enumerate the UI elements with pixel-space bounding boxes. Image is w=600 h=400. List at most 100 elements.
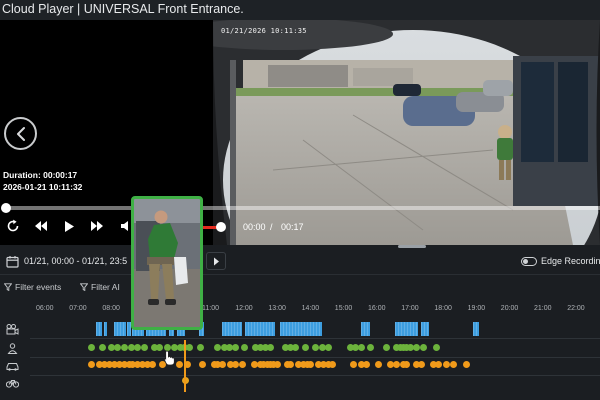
event-dot[interactable] — [462, 361, 470, 368]
recording-segment[interactable] — [221, 322, 242, 336]
replay-button[interactable] — [4, 218, 22, 234]
clip-datetime: 2026-01-21 10:11:32 — [3, 182, 83, 192]
play-button[interactable] — [60, 218, 78, 234]
video-row-icon — [5, 323, 19, 335]
recording-segment[interactable] — [114, 322, 126, 336]
row-divider — [30, 375, 600, 376]
event-dot[interactable] — [87, 344, 95, 351]
hour-label: 19:00 — [467, 305, 486, 312]
row-divider — [30, 338, 600, 339]
event-dot[interactable] — [363, 361, 371, 368]
event-timeline[interactable]: 06:0007:0008:0009:0010:0011:0012:0013:00… — [0, 298, 600, 400]
hour-label: 14:00 — [301, 305, 320, 312]
event-dot[interactable] — [358, 344, 366, 351]
current-time: 00:00 — [243, 222, 266, 232]
hour-label: 15:00 — [334, 305, 353, 312]
event-dot[interactable] — [443, 361, 451, 368]
event-dot[interactable] — [199, 361, 207, 368]
camera-frame — [213, 20, 600, 245]
event-dot[interactable] — [121, 344, 129, 351]
event-dot[interactable] — [218, 361, 226, 368]
recording-segment[interactable] — [104, 322, 108, 336]
event-dot[interactable] — [87, 361, 95, 368]
event-dot[interactable] — [311, 344, 319, 351]
filter-events-button[interactable]: Filter events — [4, 282, 61, 292]
chevron-right-icon — [214, 257, 219, 265]
event-dot[interactable] — [140, 344, 148, 351]
video-camera-icon — [6, 323, 18, 335]
time-separator: / — [270, 222, 273, 232]
funnel-icon — [80, 283, 88, 291]
event-dot[interactable] — [419, 344, 427, 351]
event-dot[interactable] — [418, 361, 426, 368]
recording-segment[interactable] — [95, 322, 103, 336]
progress-scrubber[interactable] — [1, 203, 600, 213]
calendar-icon[interactable] — [6, 255, 19, 268]
event-dot[interactable] — [197, 344, 205, 351]
hour-label: 18:00 — [434, 305, 452, 312]
fast-forward-button[interactable] — [88, 218, 106, 234]
event-dot[interactable] — [155, 344, 163, 351]
event-dot[interactable] — [403, 361, 411, 368]
event-dot[interactable] — [238, 361, 246, 368]
event-dot[interactable] — [306, 361, 314, 368]
person-icon — [7, 342, 17, 354]
timeline-toolbar: 01/21, 00:00 - 01/21, 23:5 Edge Recordin… — [0, 249, 600, 275]
event-dot[interactable] — [328, 361, 336, 368]
window-title: Cloud Player | UNIVERSAL Front Entrance. — [2, 2, 244, 16]
recording-segment[interactable] — [280, 322, 322, 336]
event-dot[interactable] — [383, 344, 391, 351]
filter-ai-button[interactable]: Filter AI — [80, 282, 120, 292]
event-dot[interactable] — [292, 344, 299, 351]
row-divider — [30, 357, 600, 358]
back-chevron-icon — [16, 126, 25, 141]
event-dot[interactable] — [434, 361, 442, 368]
play-icon — [65, 220, 74, 232]
event-dot[interactable] — [240, 344, 248, 351]
event-dot[interactable] — [149, 361, 157, 368]
event-dot[interactable] — [350, 361, 358, 368]
event-dot[interactable] — [433, 344, 441, 351]
event-dot[interactable] — [449, 361, 457, 368]
event-dot[interactable] — [232, 344, 240, 351]
next-range-button[interactable] — [206, 252, 226, 270]
hour-label: 11:00 — [202, 305, 219, 312]
event-dot[interactable] — [185, 344, 193, 351]
person-row-icon — [5, 342, 19, 354]
event-dot[interactable] — [213, 344, 221, 351]
recording-segment[interactable] — [421, 322, 430, 336]
event-dot[interactable] — [375, 361, 382, 368]
event-dot[interactable] — [301, 344, 309, 351]
edge-recording-toggle[interactable] — [521, 257, 537, 266]
recording-segment[interactable] — [361, 322, 370, 336]
hour-label: 08:00 — [102, 305, 120, 312]
recording-segment[interactable] — [245, 322, 276, 336]
event-dot[interactable] — [287, 361, 295, 368]
recording-segment[interactable] — [394, 322, 418, 336]
mouse-cursor-icon — [164, 350, 175, 366]
event-dot[interactable] — [175, 361, 183, 368]
volume-slider-handle[interactable] — [216, 222, 226, 232]
event-thumbnail-preview[interactable] — [131, 196, 203, 330]
recording-segment[interactable] — [472, 322, 480, 336]
clip-duration: Duration: 00:00:17 — [3, 170, 78, 180]
car-icon — [6, 363, 18, 371]
funnel-icon — [4, 283, 12, 291]
filter-events-label: Filter events — [15, 282, 62, 292]
hour-label: 20:00 — [500, 305, 519, 312]
event-dot[interactable] — [267, 344, 275, 351]
scrubber-handle[interactable] — [1, 203, 11, 213]
rewind-button[interactable] — [32, 218, 50, 234]
title-bar: Cloud Player | UNIVERSAL Front Entrance. — [0, 0, 600, 20]
panel-resize-handle[interactable] — [398, 245, 426, 248]
date-range-selector[interactable]: 01/21, 00:00 - 01/21, 23:5 — [24, 256, 127, 266]
video-player[interactable]: 01/21/2026 10:11:35 Duration: 00:00:17 2… — [0, 20, 600, 245]
event-dot[interactable] — [366, 344, 374, 351]
back-button[interactable] — [4, 117, 37, 150]
timeline-playhead[interactable] — [183, 340, 186, 392]
hour-label: 06:00 — [36, 305, 54, 312]
event-dot[interactable] — [325, 344, 333, 351]
event-dot[interactable] — [273, 361, 281, 368]
hour-label: 16:00 — [368, 305, 386, 312]
event-dot[interactable] — [99, 344, 107, 351]
